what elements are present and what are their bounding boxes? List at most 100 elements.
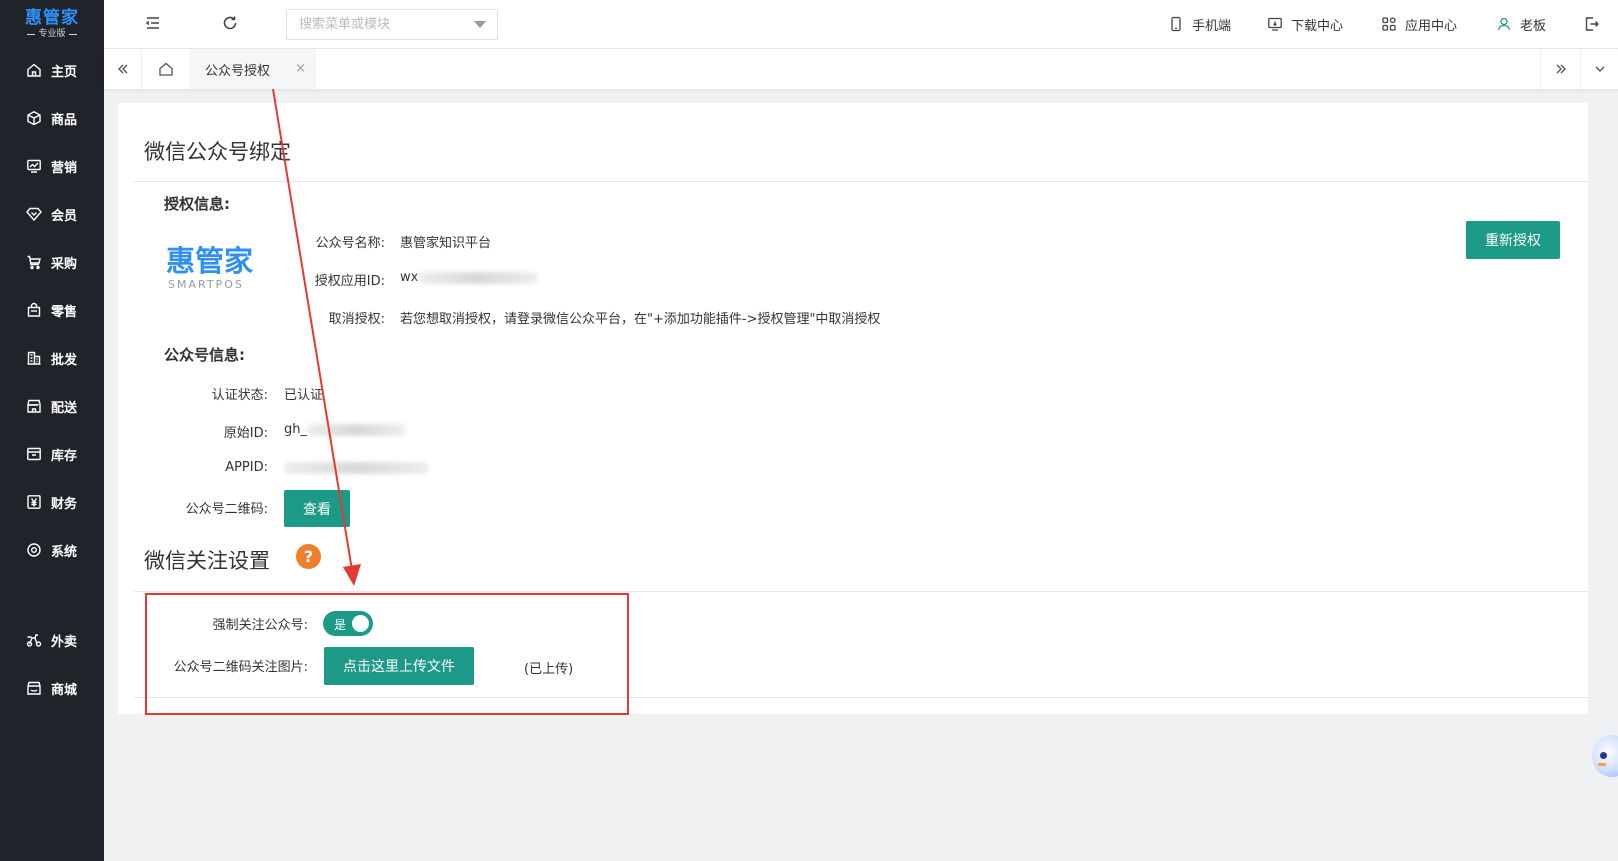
sidebar-item-retail[interactable]: 零售 — [0, 286, 104, 334]
sidebar-item-home[interactable]: 主页 — [0, 46, 104, 94]
tabs-scroll-left-button[interactable] — [104, 49, 142, 89]
sidebar-item-label: 库存 — [51, 448, 78, 464]
redacted-blur — [284, 462, 429, 474]
sidebar-item-wholesale[interactable]: 批发 — [0, 334, 104, 382]
sidebar-item-label: 批发 — [51, 352, 78, 368]
account-name-label: 公众号名称: — [315, 236, 385, 251]
binding-section-title: 微信公众号绑定 — [144, 140, 291, 164]
phone-icon — [1171, 16, 1181, 32]
store-icon — [27, 399, 41, 413]
delivery-icon — [26, 634, 42, 647]
search-input[interactable] — [287, 10, 474, 39]
monitor-icon — [1268, 17, 1282, 31]
chevron-down-icon[interactable] — [474, 21, 486, 28]
user-icon — [1497, 17, 1511, 31]
origin-id-value: gh_ — [284, 422, 307, 437]
sidebar-item-label: 商品 — [51, 112, 78, 128]
apps-grid-icon — [1382, 17, 1396, 31]
widget-dot — [1598, 763, 1606, 766]
menu-fold-icon[interactable] — [144, 14, 162, 32]
tab-wechat-authorization[interactable]: 公众号授权 × — [190, 49, 316, 89]
assistant-float-widget[interactable] — [1592, 735, 1618, 777]
force-follow-label: 强制关注公众号: — [212, 618, 308, 633]
user-name: 老板 — [1520, 18, 1547, 34]
widget-eye — [1600, 752, 1607, 759]
edition-label: 专业版 — [27, 28, 77, 40]
menu-search[interactable] — [286, 9, 498, 40]
download-center-link[interactable]: 下载中心 — [1267, 14, 1343, 34]
force-follow-toggle[interactable]: 是 — [323, 611, 373, 636]
redacted-blur — [306, 424, 406, 436]
close-icon[interactable]: × — [295, 61, 306, 76]
account-name-value: 惠管家知识平台 — [400, 236, 492, 251]
sidebar-item-mall[interactable]: 商城 — [0, 664, 104, 712]
tab-label: 公众号授权 — [205, 63, 271, 79]
sidebar-item-purchase[interactable]: 采购 — [0, 238, 104, 286]
sidebar-item-finance[interactable]: 财务 — [0, 478, 104, 526]
account-info-title: 公众号信息: — [164, 346, 245, 364]
sidebar: 惠管家 专业版 主页 商品 营销 会员 采购 零售 批发 配送 库存 财务 系统… — [0, 0, 104, 861]
sidebar-item-label: 采购 — [51, 256, 78, 272]
tabs-scroll-right-button[interactable] — [1540, 49, 1580, 89]
help-icon[interactable]: ? — [296, 544, 321, 569]
apps-label: 应用中心 — [1405, 18, 1458, 34]
top-bar: 手机端 下载中心 应用中心 老板 — [104, 0, 1618, 49]
double-chevron-right-icon — [1556, 64, 1566, 74]
logout-icon[interactable] — [1584, 16, 1600, 32]
sidebar-item-system[interactable]: 系统 — [0, 526, 104, 574]
app-logo[interactable]: 惠管家 专业版 — [0, 0, 104, 46]
sidebar-item-delivery[interactable]: 配送 — [0, 382, 104, 430]
wechat-account-logo: 惠管家 SMARTPOS — [166, 245, 266, 297]
chart-icon — [27, 159, 41, 173]
redacted-blur — [418, 272, 538, 284]
divider — [134, 181, 1588, 182]
user-menu[interactable]: 老板 — [1496, 14, 1546, 34]
sidebar-item-inventory[interactable]: 库存 — [0, 430, 104, 478]
sidebar-item-label: 商城 — [51, 682, 78, 698]
tabs-dropdown-button[interactable] — [1580, 49, 1618, 89]
verify-status-label: 认证状态: — [211, 388, 268, 403]
box-icon — [27, 111, 41, 126]
toggle-label: 是 — [334, 618, 347, 632]
yen-icon — [27, 495, 41, 509]
follow-qr-image-label: 公众号二维码关注图片: — [173, 660, 308, 675]
logo-subtext: SMARTPOS — [168, 278, 244, 291]
download-label: 下载中心 — [1291, 18, 1344, 34]
verify-status-value: 已认证 — [284, 388, 324, 403]
reauthorize-button[interactable]: 重新授权 — [1466, 221, 1560, 259]
sidebar-item-label: 主页 — [51, 64, 78, 80]
sidebar-item-label: 营销 — [51, 160, 78, 176]
double-chevron-left-icon — [117, 64, 127, 74]
upload-file-button[interactable]: 点击这里上传文件 — [324, 647, 474, 685]
sidebar-item-label: 配送 — [51, 400, 78, 416]
mobile-link[interactable]: 手机端 — [1168, 14, 1231, 34]
tab-home[interactable] — [142, 49, 190, 89]
sidebar-item-label: 外卖 — [51, 634, 78, 650]
follow-section-title: 微信关注设置 — [144, 549, 270, 573]
sidebar-item-takeout[interactable]: 外卖 — [0, 616, 104, 664]
home-icon — [27, 63, 41, 77]
auth-appid-label: 授权应用ID: — [314, 274, 385, 289]
sidebar-item-marketing[interactable]: 营销 — [0, 142, 104, 190]
brand-name: 惠管家 — [25, 8, 79, 28]
shop-icon — [27, 681, 41, 695]
divider — [134, 697, 1588, 698]
refresh-icon[interactable] — [221, 14, 239, 32]
app-center-link[interactable]: 应用中心 — [1381, 14, 1457, 34]
cart-icon — [27, 255, 41, 270]
cancel-auth-label: 取消授权: — [328, 312, 385, 327]
diamond-icon — [26, 207, 42, 222]
sidebar-item-label: 会员 — [51, 208, 78, 224]
sidebar-item-members[interactable]: 会员 — [0, 190, 104, 238]
mobile-label: 手机端 — [1192, 18, 1232, 34]
origin-id-label: 原始ID: — [223, 426, 268, 441]
warehouse-icon — [27, 447, 41, 461]
auth-info-title: 授权信息: — [164, 195, 230, 213]
building-icon — [27, 351, 41, 365]
appid-label: APPID: — [225, 460, 268, 475]
upload-status: (已上传) — [524, 662, 574, 677]
cancel-auth-hint: 若您想取消授权，请登录微信公众平台，在"+添加功能插件->授权管理"中取消授权 — [400, 312, 881, 327]
sidebar-item-products[interactable]: 商品 — [0, 94, 104, 142]
view-qrcode-button[interactable]: 查看 — [284, 490, 350, 527]
